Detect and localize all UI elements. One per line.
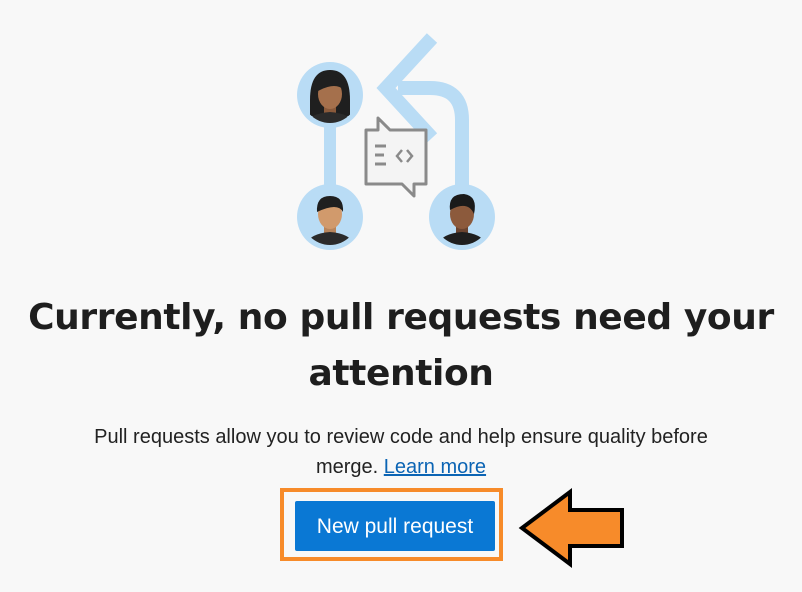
person-avatar-icon [297, 62, 363, 128]
empty-state-description: Pull requests allow you to review code a… [60, 422, 742, 482]
empty-state-title-line-1: Currently, no pull requests need your [28, 297, 774, 338]
pointing-left-arrow-icon [518, 488, 624, 568]
code-review-chat-icon [364, 116, 428, 198]
description-merge-text: merge. [315, 456, 379, 478]
description-line-2: merge. Learn more [60, 452, 742, 482]
pull-request-illustration [297, 33, 495, 250]
new-pull-request-button[interactable]: New pull request [295, 501, 495, 551]
person-avatar-icon [297, 184, 363, 250]
person-avatar-icon [429, 184, 495, 250]
learn-more-link[interactable]: Learn more [384, 456, 486, 478]
return-arrow-icon [324, 33, 469, 215]
empty-state-title: Currently, no pull requests need your at… [0, 290, 802, 402]
description-line-1: Pull requests allow you to review code a… [94, 426, 708, 448]
empty-state-title-line-2: attention [308, 353, 494, 394]
pull-requests-empty-page: Currently, no pull requests need your at… [0, 0, 802, 592]
